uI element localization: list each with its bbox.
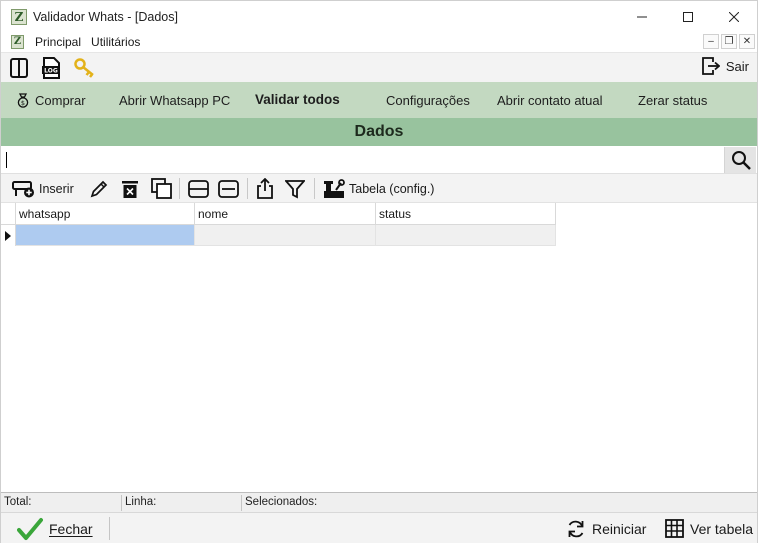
collapse-rows-button[interactable]	[188, 176, 209, 201]
main-window: Z Validador Whats - [Dados] Z Principal …	[0, 0, 758, 543]
search-icon	[731, 151, 751, 170]
comprar-label: Comprar	[35, 92, 86, 108]
current-row-indicator	[1, 225, 16, 246]
sair-button[interactable]: Sair	[701, 56, 749, 76]
table-icon	[665, 519, 684, 538]
action-bar: $ Comprar Abrir Whatsapp PC Validar todo…	[1, 82, 757, 118]
app-logo: Z	[11, 8, 27, 25]
footer-separator	[109, 517, 110, 540]
cell-status[interactable]	[376, 225, 556, 246]
main-toolbar: LOG Sair	[1, 52, 757, 82]
grid-toolbar: Inserir Tabela (config.)	[1, 174, 757, 203]
validar-todos-button[interactable]: Validar todos	[255, 81, 340, 117]
svg-text:$: $	[21, 99, 25, 107]
search-input[interactable]	[3, 148, 723, 172]
fechar-label: Fechar	[49, 520, 93, 537]
copy-icon	[151, 178, 172, 199]
copy-button[interactable]	[151, 176, 172, 201]
money-bag-icon: $	[17, 92, 29, 108]
cell-nome[interactable]	[195, 225, 376, 246]
minimize-icon	[637, 16, 647, 17]
close-button[interactable]	[711, 1, 757, 32]
section-title: Dados	[354, 123, 404, 140]
mdi-minimize-button[interactable]: –	[703, 34, 719, 49]
checkmark-icon	[17, 517, 43, 540]
status-divider	[241, 495, 242, 511]
log-label: LOG	[44, 67, 58, 74]
text-caret	[6, 152, 7, 168]
configuracoes-button[interactable]: Configurações	[386, 82, 470, 118]
tools-icon	[324, 178, 345, 198]
maximize-icon	[683, 11, 693, 22]
log-button[interactable]: LOG	[39, 56, 63, 80]
fechar-button[interactable]: Fechar	[17, 516, 93, 541]
footer-bar: Fechar Reiniciar Ver tabela	[1, 512, 757, 543]
section-header: Dados	[1, 118, 757, 146]
ver-tabela-label: Ver tabela	[690, 520, 754, 537]
expand-rows-button[interactable]	[218, 176, 239, 201]
cell-whatsapp[interactable]	[16, 225, 195, 246]
sair-label: Sair	[725, 58, 749, 74]
window-controls	[619, 1, 757, 32]
status-total: Total:	[4, 496, 32, 508]
panel-toggle-button[interactable]	[7, 56, 31, 80]
edit-button[interactable]	[89, 176, 109, 201]
license-key-button[interactable]	[73, 56, 97, 80]
menu-utilitarios[interactable]: Utilitários	[88, 35, 143, 49]
insert-row-icon	[12, 180, 34, 197]
filter-icon	[285, 179, 305, 198]
exit-icon	[701, 57, 720, 75]
tabela-config-button[interactable]: Tabela (config.)	[323, 176, 434, 201]
column-header-nome[interactable]: nome	[195, 203, 376, 225]
abrir-whatsapp-button[interactable]: Abrir Whatsapp PC	[119, 82, 230, 118]
comprar-button[interactable]: $ Comprar	[16, 82, 86, 118]
column-header-whatsapp[interactable]: whatsapp	[16, 203, 195, 225]
mdi-close-button[interactable]: ✕	[739, 34, 755, 49]
ver-tabela-button[interactable]: Ver tabela	[665, 516, 753, 541]
column-header-status[interactable]: status	[376, 203, 556, 225]
reiniciar-label: Reiniciar	[592, 520, 647, 537]
inserir-label: Inserir	[39, 181, 74, 196]
trash-icon	[122, 180, 138, 198]
search-button[interactable]	[724, 147, 756, 173]
maximize-button[interactable]	[665, 1, 711, 32]
split-panel-icon	[10, 57, 28, 78]
refresh-icon	[568, 520, 584, 537]
data-grid[interactable]: whatsapp nome status	[1, 203, 757, 492]
title-bar: Z Validador Whats - [Dados]	[1, 1, 757, 32]
grid-corner	[1, 203, 16, 225]
toolbar-separator	[179, 178, 180, 199]
status-divider	[121, 495, 122, 511]
status-selecionados: Selecionados:	[245, 496, 318, 508]
window-title: Validador Whats - [Dados]	[33, 9, 178, 24]
row-layout-icon	[188, 179, 209, 198]
row-layout-alt-icon	[218, 179, 239, 198]
abrir-contato-button[interactable]: Abrir contato atual	[497, 82, 603, 118]
inserir-button[interactable]: Inserir	[12, 176, 74, 201]
share-export-icon	[257, 178, 273, 199]
toolbar-separator	[314, 178, 315, 199]
row-pointer-icon	[5, 230, 11, 241]
pencil-icon	[90, 180, 108, 197]
zerar-status-button[interactable]: Zerar status	[638, 82, 707, 118]
filter-button[interactable]	[285, 176, 305, 201]
close-icon	[729, 11, 739, 22]
delete-button[interactable]	[120, 176, 140, 201]
export-button[interactable]	[256, 176, 274, 201]
menu-principal[interactable]: Principal	[32, 35, 84, 49]
status-bar: Total: Linha: Selecionados:	[1, 492, 757, 512]
key-icon	[74, 57, 94, 78]
status-linha: Linha:	[125, 496, 157, 508]
search-row	[1, 146, 757, 174]
menu-bar: Z Principal Utilitários – ❐ ✕	[1, 32, 757, 52]
reiniciar-button[interactable]: Reiniciar	[566, 516, 646, 541]
tabela-config-label: Tabela (config.)	[349, 181, 435, 196]
menu-app-icon[interactable]: Z	[11, 35, 24, 49]
log-file-icon: LOG	[42, 56, 60, 79]
toolbar-separator	[247, 178, 248, 199]
minimize-button[interactable]	[619, 1, 665, 32]
mdi-controls: – ❐ ✕	[703, 34, 755, 49]
mdi-restore-button[interactable]: ❐	[721, 34, 737, 49]
